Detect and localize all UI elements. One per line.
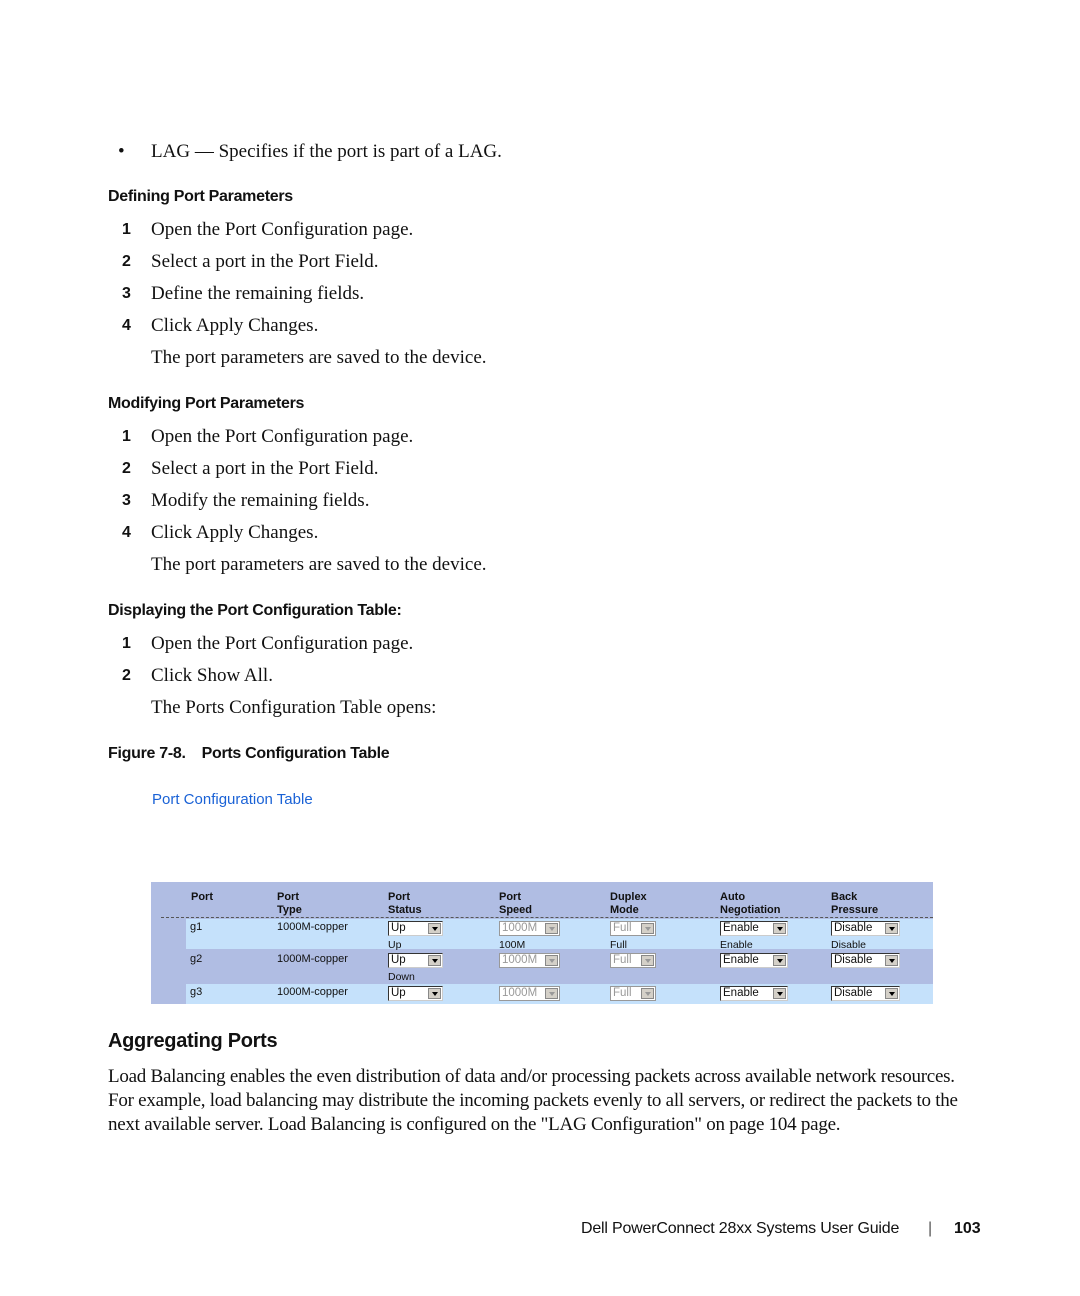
port-configuration-ref: Port Configuration (224, 219, 368, 240)
displaying-note: The Ports Configuration Table opens: (151, 697, 437, 718)
defining-note: The port parameters are saved to the dev… (151, 347, 487, 368)
duplex-mode-select: Full (610, 921, 656, 936)
screenshot-title: Port Configuration Table (152, 791, 313, 808)
footer-separator: | (928, 1220, 933, 1237)
chevron-down-icon[interactable] (885, 923, 898, 934)
chevron-down-icon[interactable] (428, 955, 441, 966)
footer-guide-title: Dell PowerConnect 28xx Systems User Guid… (581, 1220, 900, 1237)
figure-caption: Figure 7-8. Ports Configuration Table (108, 745, 390, 763)
port-speed-select: 1000M (499, 921, 560, 936)
header-port-speed: Port Speed (499, 891, 533, 916)
figure-title: Ports Configuration Table (201, 745, 390, 762)
table-row: g1 1000M-copper Up 1000M Full Enable Dis… (186, 919, 933, 951)
displaying-heading: Displaying the Port Configuration Table: (108, 602, 402, 619)
chevron-down-icon (545, 955, 558, 966)
port-type: 1000M-copper (277, 986, 348, 998)
page-number: 103 (954, 1220, 981, 1237)
port-status-oper: Up (388, 939, 402, 951)
aggregating-paragraph: Load Balancing enables the even distribu… (108, 1066, 958, 1135)
port-name: g2 (190, 953, 203, 965)
chevron-down-icon (545, 923, 558, 934)
header-separator (161, 917, 933, 918)
header-duplex-mode: Duplex Mode (610, 891, 647, 916)
chevron-down-icon[interactable] (885, 955, 898, 966)
lag-bullet: • LAG — Specifies if the port is part of… (118, 141, 502, 163)
header-port-type: Port Type (277, 891, 302, 916)
auto-negotiation-select[interactable]: Enable (720, 921, 788, 936)
chevron-down-icon[interactable] (773, 955, 786, 966)
auto-negotiation-select[interactable]: Enable (720, 986, 788, 1001)
table-row: g3 1000M-copper Up 1000M Full Enable Dis… (186, 984, 933, 1004)
figure-label: Figure 7-8. (108, 745, 186, 762)
duplex-mode-oper: Full (610, 939, 627, 951)
chevron-down-icon[interactable] (428, 988, 441, 999)
header-back-pressure: Back Pressure (831, 891, 879, 916)
modifying-note: The port parameters are saved to the dev… (151, 554, 487, 575)
back-pressure-select[interactable]: Disable (831, 986, 900, 1001)
port-name: g3 (190, 986, 203, 998)
modifying-heading: Modifying Port Parameters (108, 395, 305, 412)
table-row: g2 1000M-copper Up 1000M Full Enable Dis… (186, 951, 933, 983)
back-pressure-select[interactable]: Disable (831, 921, 900, 936)
bullet-term: LAG (151, 141, 191, 162)
chevron-down-icon (641, 955, 654, 966)
auto-negotiation-select[interactable]: Enable (720, 953, 788, 968)
port-status-select[interactable]: Up (388, 921, 443, 936)
duplex-mode-select: Full (610, 953, 656, 968)
header-port-status: Port Status (388, 891, 422, 916)
back-pressure-oper: Disable (831, 939, 867, 951)
port-name: g1 (190, 921, 203, 933)
defining-heading: Defining Port Parameters (108, 188, 293, 205)
port-status-select[interactable]: Up (388, 953, 443, 968)
chevron-down-icon[interactable] (885, 988, 898, 999)
port-speed-oper: 100M (499, 939, 526, 951)
back-pressure-select[interactable]: Disable (831, 953, 900, 968)
chevron-down-icon[interactable] (773, 988, 786, 999)
port-status-oper: Down (388, 971, 415, 983)
aggregating-heading: Aggregating Ports (108, 1030, 278, 1052)
port-speed-select: 1000M (499, 986, 560, 1001)
auto-negotiation-oper: Enable (720, 939, 753, 951)
port-configuration-table: Port Port Type Port Status Port Speed Duple… (151, 882, 933, 1004)
duplex-mode-select: Full (610, 986, 656, 1001)
chevron-down-icon (641, 923, 654, 934)
port-type: 1000M-copper (277, 953, 348, 965)
port-status-select[interactable]: Up (388, 986, 443, 1001)
chevron-down-icon (545, 988, 558, 999)
port-type: 1000M-copper (277, 921, 348, 933)
port-speed-select: 1000M (499, 953, 560, 968)
chevron-down-icon[interactable] (773, 923, 786, 934)
bullet-dot: • (118, 141, 125, 162)
chevron-down-icon (641, 988, 654, 999)
header-auto-negotiation: Auto Negotiation (720, 891, 781, 916)
bullet-text: — Specifies if the port is part of a LAG… (190, 141, 502, 162)
chevron-down-icon[interactable] (428, 923, 441, 934)
header-port: Port (191, 891, 213, 903)
